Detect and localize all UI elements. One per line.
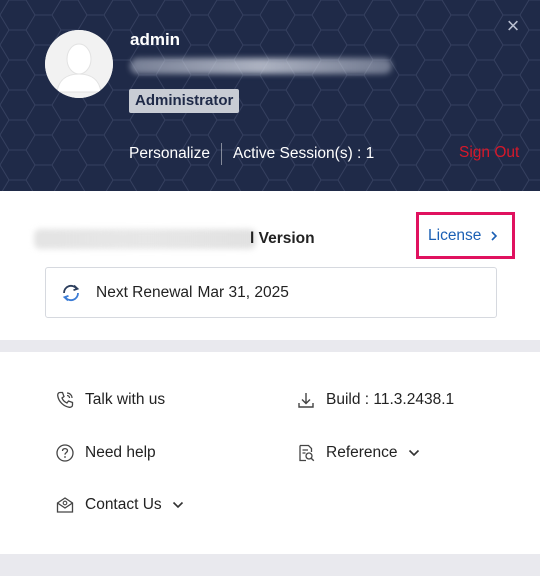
link-divider xyxy=(221,143,222,165)
phone-icon xyxy=(57,391,74,408)
document-search-icon xyxy=(299,444,315,462)
talk-with-us-label: Talk with us xyxy=(85,391,166,408)
username: admin xyxy=(130,30,181,49)
build-version-label: Build : 11.3.2438.1 xyxy=(326,391,455,408)
user-silhouette-icon xyxy=(45,30,113,98)
need-help-item[interactable]: Need help xyxy=(55,443,156,463)
renewal-date: Mar 31, 2025 xyxy=(197,283,289,301)
talk-with-us-item[interactable]: Talk with us xyxy=(55,390,165,410)
reference-dropdown[interactable]: Reference xyxy=(296,443,420,463)
footer-divider xyxy=(0,554,540,576)
sign-out-link[interactable]: Sign Out xyxy=(459,144,519,162)
edition-name-redacted xyxy=(34,229,256,249)
edition-version-label: l Version xyxy=(250,230,315,247)
help-circle-icon xyxy=(56,444,74,462)
license-link-label: License xyxy=(428,226,482,244)
reference-label: Reference xyxy=(326,444,398,461)
user-profile-panel: × admin Administrator Personalize Active… xyxy=(0,0,540,576)
refresh-icon xyxy=(62,284,80,301)
section-divider xyxy=(0,340,540,352)
header-links: Personalize Active Session(s) : 1 xyxy=(129,143,374,165)
active-sessions-link[interactable]: Active Session(s) : 1 xyxy=(233,145,374,163)
chevron-down-icon xyxy=(172,501,183,509)
close-button[interactable]: × xyxy=(503,15,523,37)
email-redacted xyxy=(130,58,392,74)
download-icon xyxy=(298,393,314,408)
build-info-item: Build : 11.3.2438.1 xyxy=(296,390,454,410)
role-badge: Administrator xyxy=(129,89,240,113)
personalize-link[interactable]: Personalize xyxy=(129,145,210,163)
avatar xyxy=(45,30,113,98)
contact-us-dropdown[interactable]: Contact Us xyxy=(55,495,184,515)
chevron-down-icon xyxy=(408,449,419,457)
renewal-label: Next Renewal xyxy=(96,283,193,301)
need-help-label: Need help xyxy=(85,444,156,461)
profile-header: × admin Administrator Personalize Active… xyxy=(0,0,540,191)
contact-us-label: Contact Us xyxy=(85,496,162,513)
chevron-right-icon xyxy=(491,230,498,241)
mail-contact-icon xyxy=(56,497,74,513)
renewal-info-box: Next Renewal Mar 31, 2025 xyxy=(45,267,497,318)
license-link[interactable]: License xyxy=(416,212,515,259)
